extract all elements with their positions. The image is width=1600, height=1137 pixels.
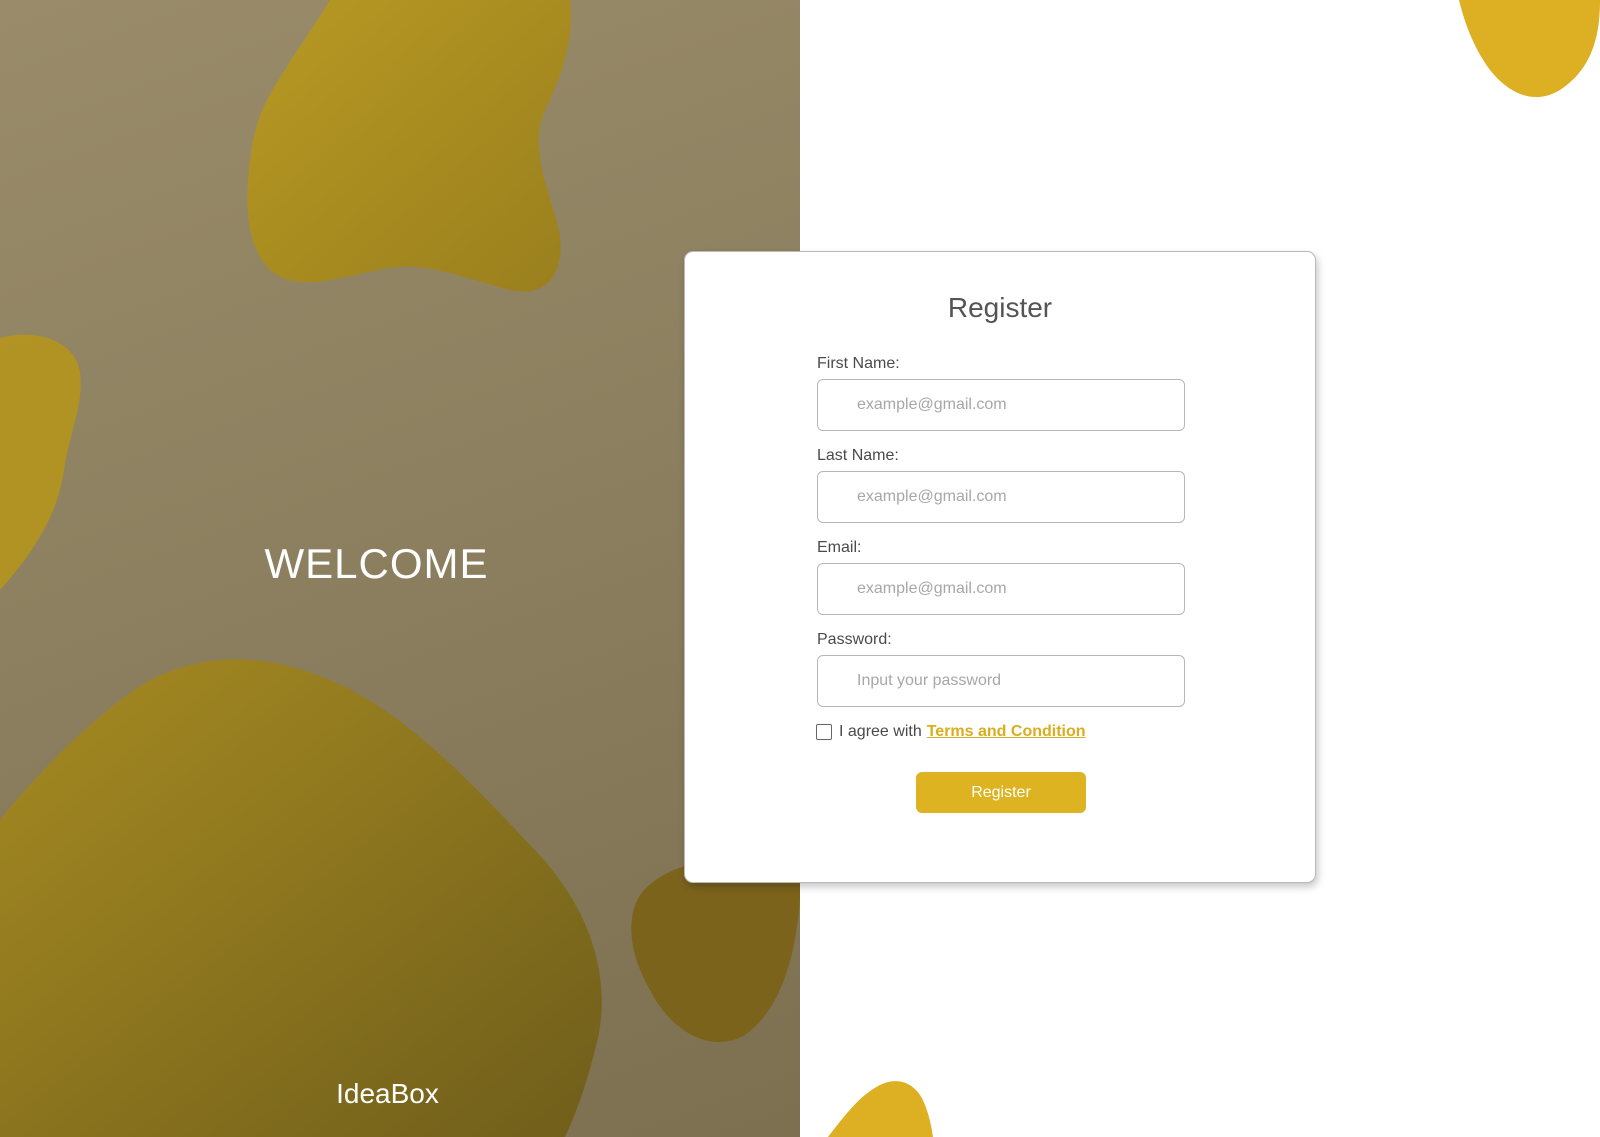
register-card: Register First Name: Last Name: Email: P… xyxy=(684,251,1316,883)
blob-top xyxy=(247,0,571,292)
first-name-input[interactable] xyxy=(817,379,1185,431)
form-title: Register xyxy=(947,292,1053,323)
password-input[interactable] xyxy=(817,655,1185,707)
welcome-heading: WELCOME xyxy=(264,540,489,587)
last-name-label: Last Name: xyxy=(817,447,899,464)
email-input[interactable] xyxy=(817,563,1185,615)
blob-top-right xyxy=(1459,0,1600,98)
blob-bottom-center xyxy=(828,1081,933,1137)
terms-link[interactable]: Terms and Condition xyxy=(927,723,1086,741)
register-page: WELCOME IdeaBox Register First Name: Las… xyxy=(0,0,1600,1137)
blob-bottom xyxy=(0,659,602,1137)
register-button[interactable]: Register xyxy=(916,772,1086,813)
email-label: Email: xyxy=(817,539,862,556)
terms-checkbox[interactable] xyxy=(816,724,832,740)
brand-name: IdeaBox xyxy=(336,1078,439,1109)
welcome-panel: WELCOME IdeaBox xyxy=(0,0,800,1137)
password-label: Password: xyxy=(817,631,892,648)
agree-text: I agree with xyxy=(839,723,922,740)
last-name-input[interactable] xyxy=(817,471,1185,523)
first-name-label: First Name: xyxy=(817,355,900,372)
terms-row: I agree with Terms and Condition xyxy=(816,723,1086,741)
